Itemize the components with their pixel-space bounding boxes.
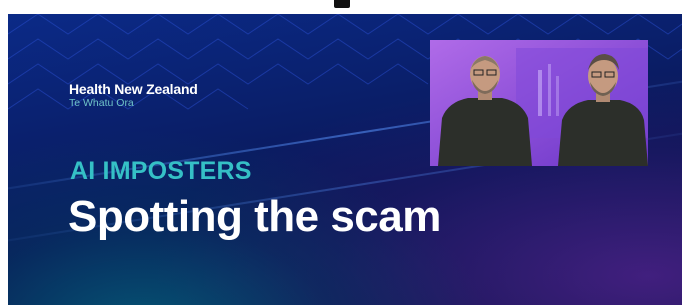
presenter-scene xyxy=(430,40,648,166)
brand-subtitle: Te Whatu Ora xyxy=(69,97,134,109)
page: Health New Zealand Te Whatu Ora AI IMPOS… xyxy=(0,0,683,305)
brand-name: Health New Zealand xyxy=(69,81,198,97)
partial-character-glyph xyxy=(334,0,350,8)
brand-logo: Health New Zealand Te Whatu Ora xyxy=(69,81,198,109)
presentation-slide: Health New Zealand Te Whatu Ora AI IMPOS… xyxy=(8,14,682,305)
slide-kicker: AI IMPOSTERS xyxy=(70,157,252,185)
presenter-video xyxy=(430,40,648,166)
slide-headline: Spotting the scam xyxy=(68,192,441,241)
